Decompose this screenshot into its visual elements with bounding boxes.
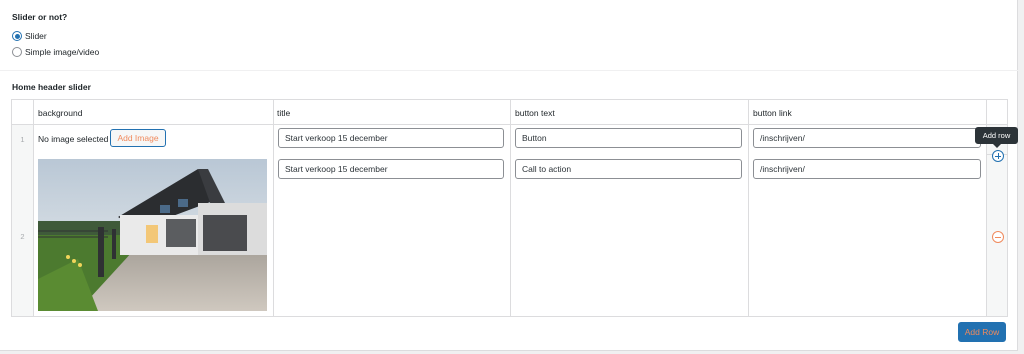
column-divider: [510, 100, 511, 316]
button-link-input[interactable]: [753, 128, 981, 148]
house-photo: [38, 159, 267, 311]
add-image-button[interactable]: Add Image: [110, 129, 166, 147]
column-header-background: background: [38, 108, 83, 118]
add-row-button[interactable]: Add Row: [958, 322, 1006, 342]
button-text-input[interactable]: [515, 128, 742, 148]
row-number-column: [12, 124, 33, 316]
no-image-selected-text: No image selected: [38, 134, 109, 144]
column-header-button-text: button text: [515, 108, 555, 118]
acf-fields-panel: Slider or not? Slider Simple image/video…: [0, 0, 1018, 351]
button-text-input[interactable]: [515, 159, 742, 179]
section-divider: [0, 70, 1018, 71]
background-image-thumbnail[interactable]: [38, 159, 267, 311]
column-header-button-link: button link: [753, 108, 792, 118]
header-divider: [12, 124, 1007, 125]
button-link-input[interactable]: [753, 159, 981, 179]
radio-checked-icon[interactable]: [12, 31, 22, 41]
column-divider: [273, 100, 274, 316]
radio-option-simple-image-video[interactable]: Simple image/video: [12, 47, 99, 57]
column-header-title: title: [277, 108, 291, 118]
radio-label-simple-image-video: Simple image/video: [25, 47, 100, 57]
radio-unchecked-icon[interactable]: [12, 47, 22, 57]
slider-or-not-label: Slider or not?: [12, 12, 68, 22]
add-row-plus-icon[interactable]: [992, 150, 1004, 162]
title-input[interactable]: [278, 159, 504, 179]
row-number: 1: [20, 135, 25, 144]
radio-option-slider[interactable]: Slider: [12, 31, 47, 41]
plus-bar: [997, 153, 999, 159]
title-input[interactable]: [278, 128, 504, 148]
column-divider: [748, 100, 749, 316]
row-number: 2: [20, 232, 25, 241]
home-header-slider-label: Home header slider: [12, 82, 91, 92]
minus-bar: [995, 236, 1001, 238]
repeater-table: background title button text button link…: [11, 99, 1008, 317]
remove-row-minus-icon[interactable]: [992, 231, 1004, 243]
add-row-tooltip: Add row: [975, 127, 1018, 148]
radio-label-slider: Slider: [25, 31, 47, 41]
column-divider: [33, 100, 34, 316]
